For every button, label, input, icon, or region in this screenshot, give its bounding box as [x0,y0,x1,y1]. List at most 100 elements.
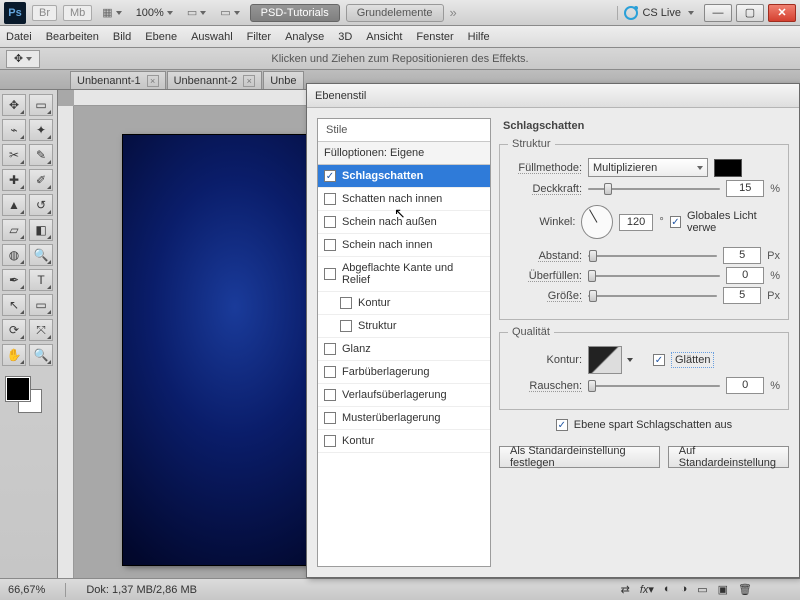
zoom-tool[interactable]: 🔍 [29,344,53,366]
blendmode-dropdown[interactable]: Multiplizieren [588,158,708,177]
move-tool-preset[interactable]: ✥ [6,50,40,68]
marquee-tool[interactable]: ▭ [29,94,53,116]
antialias-checkbox[interactable] [653,354,665,366]
document-tab[interactable]: Unbenannt-2× [167,71,263,89]
style-gradient-overlay[interactable]: Verlaufsüberlagerung [318,384,490,407]
group-icon[interactable]: ▭ [697,583,707,596]
spread-input[interactable]: 0 [726,267,764,284]
stamp-tool[interactable]: ▲ [2,194,26,216]
noise-slider[interactable] [588,379,720,393]
opacity-slider[interactable] [588,182,720,196]
style-color-overlay[interactable]: Farbüberlagerung [318,361,490,384]
noise-input[interactable]: 0 [726,377,764,394]
arrange-dropdown[interactable]: ▭ [216,6,243,19]
wand-tool[interactable]: ✦ [29,119,53,141]
style-stroke[interactable]: Kontur [318,430,490,453]
checkbox-icon[interactable] [324,412,336,424]
3d-tool[interactable]: ⟳ [2,319,26,341]
spread-slider[interactable] [588,269,720,283]
angle-dial[interactable] [581,205,612,239]
make-default-button[interactable]: Als Standardeinstellung festlegen [499,446,660,468]
adjustment-icon[interactable]: ◑ [681,583,688,596]
lasso-tool[interactable]: ⌁ [2,119,26,141]
angle-input[interactable]: 120 [619,214,654,231]
window-minimize-button[interactable]: — [704,4,732,22]
style-inner-shadow[interactable]: Schatten nach innen [318,188,490,211]
workspace-more-button[interactable]: » [450,5,457,20]
size-slider[interactable] [588,289,717,303]
minibridge-chip[interactable]: Mb [63,5,92,21]
checkbox-icon[interactable] [324,216,336,228]
document-tab[interactable]: Unbe [263,71,303,89]
eyedropper-tool[interactable]: ✎ [29,144,53,166]
brush-tool[interactable]: ✐ [29,169,53,191]
style-outer-glow[interactable]: Schein nach außen [318,211,490,234]
style-bevel[interactable]: Abgeflachte Kante und Relief [318,257,490,292]
checkbox-icon[interactable] [324,193,336,205]
bridge-chip[interactable]: Br [32,5,57,21]
workspace-psdtutorials-button[interactable]: PSD-Tutorials [250,4,340,22]
document-tab[interactable]: Unbenannt-1× [70,71,166,89]
tab-close-icon[interactable]: × [147,75,159,87]
dialog-title[interactable]: Ebenenstil [307,84,799,108]
size-input[interactable]: 5 [723,287,761,304]
contour-picker[interactable] [588,346,633,374]
blur-tool[interactable]: ◍ [2,244,26,266]
window-close-button[interactable]: ✕ [768,4,796,22]
menu-datei[interactable]: Datei [6,31,32,43]
gradient-tool[interactable]: ◧ [29,219,53,241]
knockout-checkbox[interactable] [556,419,568,431]
eraser-tool[interactable]: ▱ [2,219,26,241]
checkbox-icon[interactable] [324,366,336,378]
distance-slider[interactable] [588,249,717,263]
status-zoom[interactable]: 66,67% [8,584,45,596]
checkbox-icon[interactable] [340,320,352,332]
reset-default-button[interactable]: Auf Standardeinstellung [668,446,789,468]
link-icon[interactable]: ⇄ [621,583,630,596]
pen-tool[interactable]: ✒ [2,269,26,291]
menu-hilfe[interactable]: Hilfe [468,31,490,43]
path-select-tool[interactable]: ↖ [2,294,26,316]
tab-close-icon[interactable]: × [243,75,255,87]
shadow-color-swatch[interactable] [714,159,742,177]
window-maximize-button[interactable]: ▢ [736,4,764,22]
new-layer-icon[interactable]: ▣ [718,583,728,596]
menu-analyse[interactable]: Analyse [285,31,324,43]
checkbox-icon[interactable] [324,389,336,401]
color-swatches[interactable] [6,377,54,417]
trash-icon[interactable]: 🗑 [738,583,752,596]
cslive-button[interactable]: CS Live [617,6,700,20]
viewextras-dropdown[interactable]: ▭ [183,6,210,19]
healing-tool[interactable]: ✚ [2,169,26,191]
checkbox-icon[interactable] [340,297,352,309]
style-pattern-overlay[interactable]: Musterüberlagerung [318,407,490,430]
3d-camera-tool[interactable]: ⤧ [29,319,53,341]
global-light-checkbox[interactable] [670,216,681,228]
shape-tool[interactable]: ▭ [29,294,53,316]
checkbox-icon[interactable] [324,268,336,280]
style-satin[interactable]: Glanz [318,338,490,361]
checkbox-icon[interactable] [324,239,336,251]
style-bevel-contour[interactable]: Kontur [318,292,490,315]
menu-ansicht[interactable]: Ansicht [366,31,402,43]
menu-bild[interactable]: Bild [113,31,131,43]
crop-tool[interactable]: ✂ [2,144,26,166]
screenmode-dropdown[interactable]: ▦ [98,6,125,19]
menu-fenster[interactable]: Fenster [416,31,453,43]
fx-icon[interactable]: fx▾ [640,583,654,596]
style-drop-shadow[interactable]: Schlagschatten [318,165,490,188]
status-docsize[interactable]: Dok: 1,37 MB/2,86 MB [86,584,197,596]
menu-3d[interactable]: 3D [338,31,352,43]
dodge-tool[interactable]: 🔍 [29,244,53,266]
checkbox-icon[interactable] [324,170,336,182]
style-bevel-texture[interactable]: Struktur [318,315,490,338]
checkbox-icon[interactable] [324,343,336,355]
checkbox-icon[interactable] [324,435,336,447]
menu-ebene[interactable]: Ebene [145,31,177,43]
style-inner-glow[interactable]: Schein nach innen [318,234,490,257]
move-tool[interactable]: ✥ [2,94,26,116]
zoom-dropdown[interactable]: 100% [132,7,177,19]
type-tool[interactable]: T [29,269,53,291]
distance-input[interactable]: 5 [723,247,761,264]
opacity-input[interactable]: 15 [726,180,764,197]
